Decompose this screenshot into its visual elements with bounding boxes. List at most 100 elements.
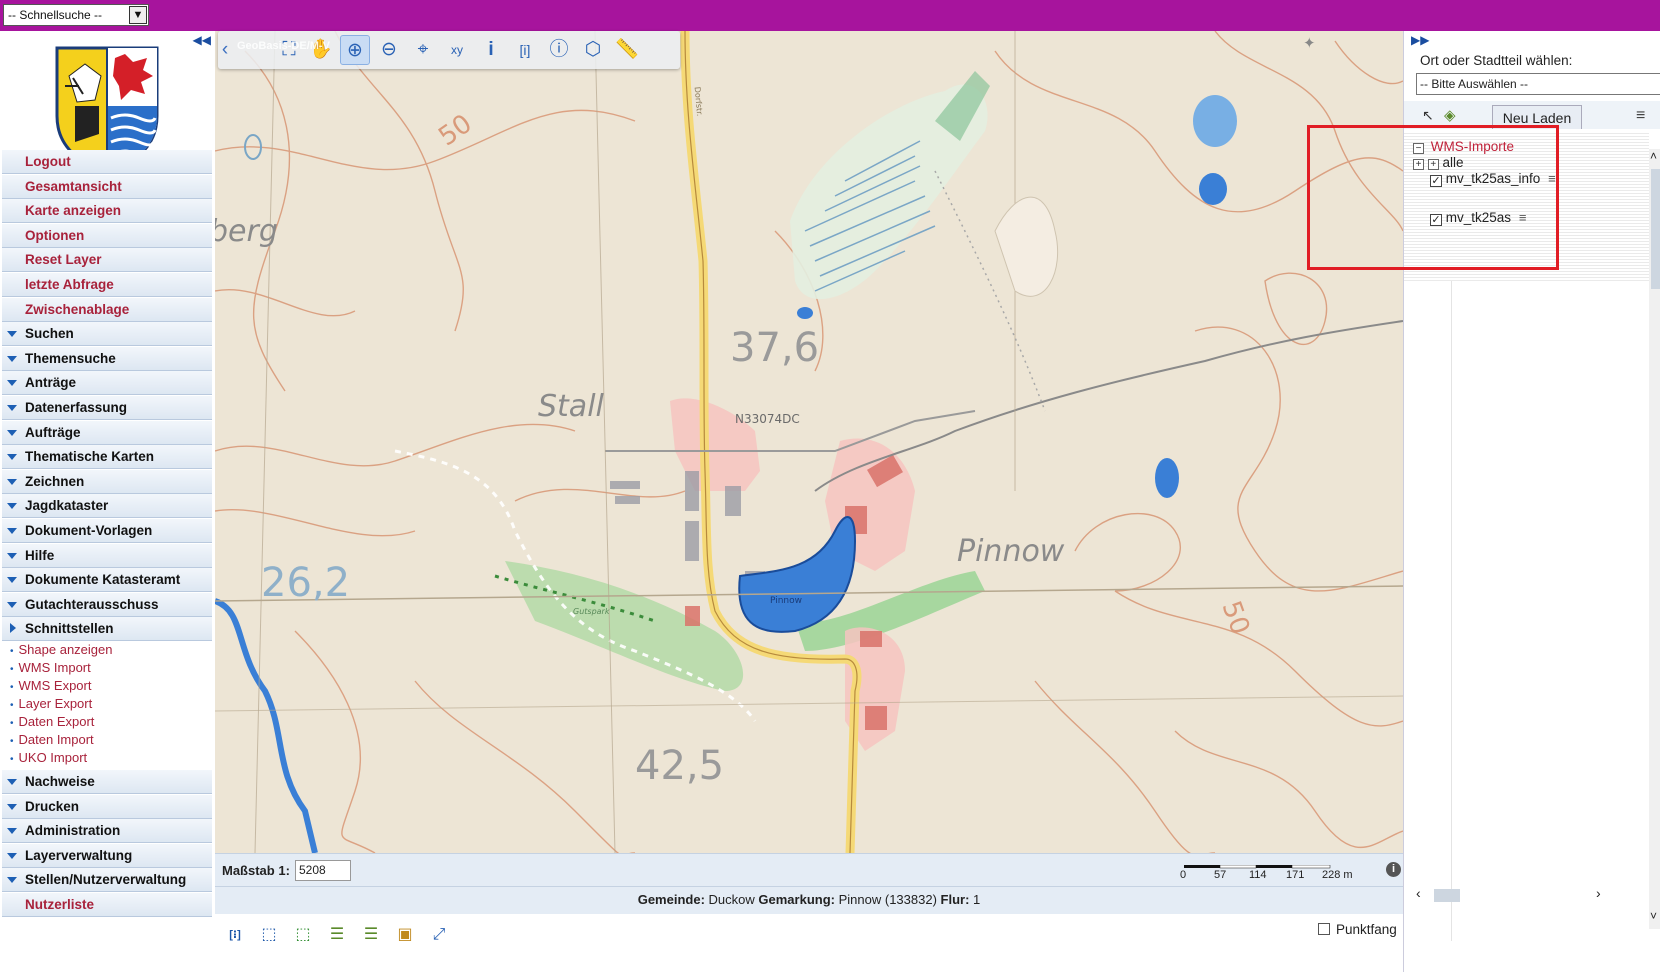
layers-save-icon[interactable]: ☰ [323, 922, 351, 948]
menu-group-b3[interactable]: Layerverwaltung [2, 843, 212, 868]
menu-group-8[interactable]: Dokument-Vorlagen [2, 519, 212, 543]
scale-tick: 0 [1180, 869, 1187, 881]
save-extent-icon[interactable]: ⬚ [255, 922, 283, 948]
bullet-icon: • [10, 736, 14, 747]
info-icon[interactable]: i [476, 35, 506, 65]
menu-group-4[interactable]: Aufträge [2, 420, 212, 445]
fullscreen-icon[interactable]: ⤢ [425, 922, 453, 948]
menu-group-7[interactable]: Jagdkataster [2, 494, 212, 519]
expand-right-icon[interactable]: ▶▶ [1411, 33, 1429, 47]
submenu-item-3[interactable]: • Layer Export [10, 694, 92, 713]
menu-link-3[interactable]: Optionen [2, 223, 212, 248]
menu-label: Karte anzeigen [25, 203, 122, 219]
map-label-elev-262: 26,2 [261, 560, 350, 606]
menu-group-3[interactable]: Datenerfassung [2, 396, 212, 420]
menu-icon[interactable]: ≡ [1636, 107, 1645, 125]
info-circle-icon[interactable]: ⓘ [544, 35, 574, 65]
menu-group-b2[interactable]: Administration [2, 819, 212, 844]
menu-group-0[interactable]: Suchen [2, 322, 212, 347]
layers-load-icon[interactable]: ☰ [357, 922, 385, 948]
menu-group-11[interactable]: Gutachterausschuss [2, 592, 212, 617]
pointer-info-icon[interactable]: ↖ [1422, 107, 1434, 124]
menu-link-5[interactable]: letzte Abfrage [2, 273, 212, 297]
menu-label: Nutzerliste [25, 897, 95, 912]
chevron-down-icon[interactable]: ▼ [129, 6, 147, 24]
menu-group-9[interactable]: Hilfe [2, 543, 212, 568]
map-label-elev-376: 37,6 [730, 325, 819, 371]
topographic-map[interactable]: Stall Pinnow berg 37,6 42,5 26,2 50 50 N… [215, 31, 1403, 853]
chevron-down-icon [7, 803, 17, 810]
scale-input[interactable]: 5208 [295, 860, 351, 881]
scale-tick: 114 [1249, 869, 1267, 881]
chevron-down-icon [7, 779, 17, 785]
back-arrow-icon[interactable]: ‹ [218, 35, 232, 65]
scrollbar-thumb[interactable] [1434, 889, 1460, 902]
zoom-in-icon[interactable]: ⊕ [340, 35, 370, 65]
coordinates-xy-icon[interactable]: xy [442, 35, 472, 65]
info-polygon-icon[interactable]: ⬡ [578, 35, 608, 65]
menu-link-2[interactable]: Karte anzeigen [2, 199, 212, 224]
punktfang-label: Punktfang [1336, 922, 1397, 937]
menu-group-b0[interactable]: Nachweise [2, 770, 212, 794]
menu-link-0[interactable]: Logout [2, 150, 212, 174]
menu-label: Anträge [25, 375, 77, 391]
scroll-left-icon[interactable]: ‹ [1416, 885, 1421, 901]
menu-group-b4[interactable]: Stellen/Nutzerverwaltung [2, 868, 212, 893]
scroll-right-icon[interactable]: › [1596, 885, 1601, 901]
map-canvas[interactable]: Stall Pinnow berg 37,6 42,5 26,2 50 50 N… [215, 31, 1403, 853]
scrollbar-thumb[interactable] [1651, 169, 1660, 289]
horizontal-scrollbar[interactable]: ‹ › [1416, 885, 1614, 902]
scale-label: Maßstab 1: [222, 863, 290, 878]
menu-group-2[interactable]: Anträge [2, 371, 212, 396]
checkbox[interactable] [1318, 923, 1330, 935]
submenu-item-4[interactable]: • Daten Export [10, 712, 94, 731]
submenu-item-1[interactable]: • WMS Import [10, 658, 91, 677]
scroll-up-icon[interactable]: ˄ [1650, 149, 1657, 163]
submenu-item-6[interactable]: • UKO Import [10, 748, 87, 767]
map-label-gutspark: Gutspark [573, 607, 610, 616]
menu-group-schnittstellen[interactable]: Schnittstellen [2, 617, 212, 642]
url-export-icon[interactable]: [⁝] [221, 922, 249, 948]
map-refresh-icon[interactable]: ✦ [1303, 34, 1316, 52]
submenu-label: Layer Export [18, 696, 93, 711]
submenu-item-0[interactable]: • Shape anzeigen [10, 640, 113, 659]
menu-link-nutzerliste[interactable]: Nutzerliste [2, 893, 212, 917]
highlight-annotation-box [1307, 125, 1559, 270]
menu-group-5[interactable]: Thematische Karten [2, 445, 212, 470]
menu-label: Administration [25, 823, 121, 839]
collapse-left-icon[interactable]: ◀◀ [193, 33, 211, 47]
layers-icon[interactable]: ◈ [1444, 106, 1456, 124]
legend-area [1451, 281, 1649, 941]
quicksearch-select[interactable]: -- Schnellsuche -- ▼ [3, 4, 149, 26]
scroll-down-icon[interactable]: ˅ [1650, 909, 1657, 923]
menu-group-6[interactable]: Zeichnen [2, 469, 212, 494]
submenu-item-2[interactable]: • WMS Export [10, 676, 91, 695]
location-bar: Gemeinde: Duckow Gemarkung: Pinnow (1338… [215, 886, 1403, 914]
info-icon[interactable]: i [1386, 862, 1401, 877]
map-image-icon[interactable]: ▣ [391, 922, 419, 948]
punktfang-checkbox[interactable]: Punktfang [1318, 922, 1397, 937]
menu-link-4[interactable]: Reset Layer [2, 248, 212, 273]
map-label-berg: berg [215, 214, 278, 249]
info-rect-icon[interactable]: [i] [510, 35, 540, 65]
measure-ruler-icon[interactable]: 📏 [612, 35, 642, 65]
zoom-out-icon[interactable]: ⊖ [374, 35, 404, 65]
menu-label: Logout [25, 154, 71, 169]
menu-group-10[interactable]: Dokumente Katasteramt [2, 568, 212, 593]
menu-label: Themensuche [25, 350, 116, 366]
vertical-scrollbar[interactable]: ˄ ˅ [1649, 149, 1660, 929]
recenter-icon[interactable]: ⌖ [408, 35, 438, 65]
chevron-down-icon [7, 577, 17, 584]
add-extent-icon[interactable]: ⬚ [289, 922, 317, 948]
submenu-label: Daten Export [18, 714, 95, 729]
submenu-item-5[interactable]: • Daten Import [10, 730, 94, 749]
menu-link-1[interactable]: Gesamtansicht [2, 174, 212, 199]
ort-select[interactable]: -- Bitte Auswählen -- [1416, 73, 1660, 95]
scale-tick-labels: 0 57 114 171 228 m [1180, 869, 1380, 883]
submenu-label: WMS Export [18, 678, 92, 693]
menu-group-b1[interactable]: Drucken [2, 794, 212, 819]
menu-label: Datenerfassung [25, 400, 128, 415]
menu-label: Stellen/Nutzerverwaltung [25, 872, 187, 888]
menu-group-1[interactable]: Themensuche [2, 346, 212, 371]
menu-link-6[interactable]: Zwischenablage [2, 297, 212, 322]
